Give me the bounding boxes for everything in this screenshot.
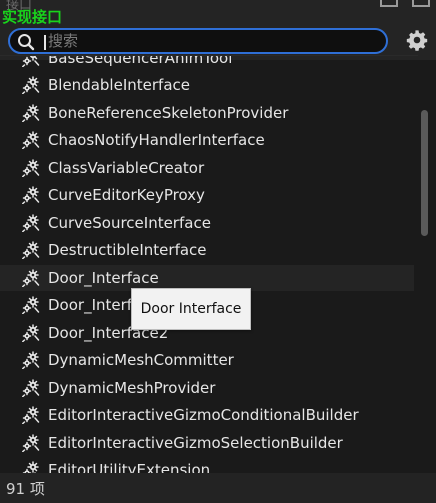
list-item-label: DynamicMeshCommitter: [48, 351, 234, 369]
interface-gears-icon: [22, 213, 40, 232]
dialog-title: 实现接口: [2, 8, 63, 26]
search-input[interactable]: [48, 30, 368, 52]
window-button-icon[interactable]: [380, 0, 398, 7]
list-item[interactable]: DestructibleInterface: [0, 237, 414, 263]
interface-gears-icon: [22, 351, 40, 370]
list-item-label: CurveEditorKeyProxy: [48, 186, 205, 204]
list-item-label: BaseSequencerAnimTool: [48, 55, 233, 67]
item-count: 91 项: [6, 480, 45, 498]
list-item[interactable]: BaseSequencerAnimTool: [0, 55, 414, 71]
status-bar: 91 项: [0, 473, 436, 503]
interface-gears-icon: [22, 56, 40, 67]
scrollbar-thumb[interactable]: [421, 110, 428, 236]
text-caret: [44, 35, 46, 50]
list-item-label: DynamicMeshProvider: [48, 378, 216, 397]
list-item-label: Door_Interface: [48, 268, 159, 287]
list-item[interactable]: DynamicMeshCommitter: [0, 347, 414, 373]
list-item[interactable]: EditorUtilityExtension: [0, 457, 414, 474]
list-item-label: BoneReferenceSkeletonProvider: [48, 103, 289, 122]
list-item-label: EditorInteractiveGizmoSelectionBuilder: [48, 433, 343, 452]
list-item[interactable]: ClassVariableCreator: [0, 155, 414, 181]
interface-gears-icon: [22, 296, 40, 315]
interface-gears-icon: [22, 131, 40, 150]
interface-gears-icon: [22, 103, 40, 122]
interface-gears-icon: [22, 76, 40, 95]
list-item[interactable]: Door_Interface: [0, 264, 414, 291]
interface-gears-icon: [22, 241, 40, 260]
list-item[interactable]: CurveSourceInterface: [0, 210, 414, 236]
tooltip: Door Interface: [131, 288, 251, 330]
list-item-label: ChaosNotifyHandlerInterface: [48, 131, 265, 149]
list-item[interactable]: EditorInteractiveGizmoSelectionBuilder: [0, 430, 414, 456]
list-item-label: EditorInteractiveGizmoConditionalBuilder: [48, 406, 359, 424]
interface-list: BaseSequencerAnimTool BlendableInterface…: [0, 55, 418, 474]
list-item[interactable]: DynamicMeshProvider: [0, 375, 414, 401]
list-item[interactable]: EditorInteractiveGizmoConditionalBuilder: [0, 402, 414, 428]
interface-gears-icon: [22, 378, 40, 397]
interface-gears-icon: [22, 268, 40, 287]
list-item[interactable]: BoneReferenceSkeletonProvider: [0, 100, 414, 126]
interface-gears-icon: [22, 406, 40, 425]
interface-gears-icon: [22, 433, 40, 452]
interface-gears-icon: [22, 158, 40, 177]
list-item-label: DestructibleInterface: [48, 241, 207, 259]
list-item-label: ClassVariableCreator: [48, 158, 205, 177]
window-controls: [380, 0, 430, 7]
list-item[interactable]: BlendableInterface: [0, 72, 414, 98]
scrollbar[interactable]: [418, 58, 436, 472]
gear-icon[interactable]: [406, 29, 428, 51]
interface-gears-icon: [22, 186, 40, 205]
list-item-label: BlendableInterface: [48, 76, 190, 94]
window-header: 接口 实现接口: [0, 0, 436, 26]
search-box[interactable]: [8, 28, 388, 54]
list-item[interactable]: ChaosNotifyHandlerInterface: [0, 127, 414, 153]
search-icon: [18, 34, 35, 51]
list-item[interactable]: CurveEditorKeyProxy: [0, 182, 414, 208]
window-button-icon[interactable]: [412, 0, 430, 7]
interface-gears-icon: [22, 323, 40, 342]
list-item-label: CurveSourceInterface: [48, 213, 211, 232]
tooltip-text: Door Interface: [140, 301, 242, 317]
